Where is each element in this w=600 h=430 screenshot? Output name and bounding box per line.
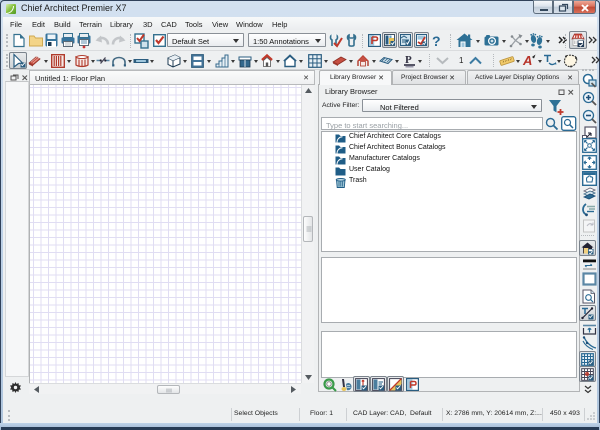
svg-text:A: A: [522, 53, 532, 68]
